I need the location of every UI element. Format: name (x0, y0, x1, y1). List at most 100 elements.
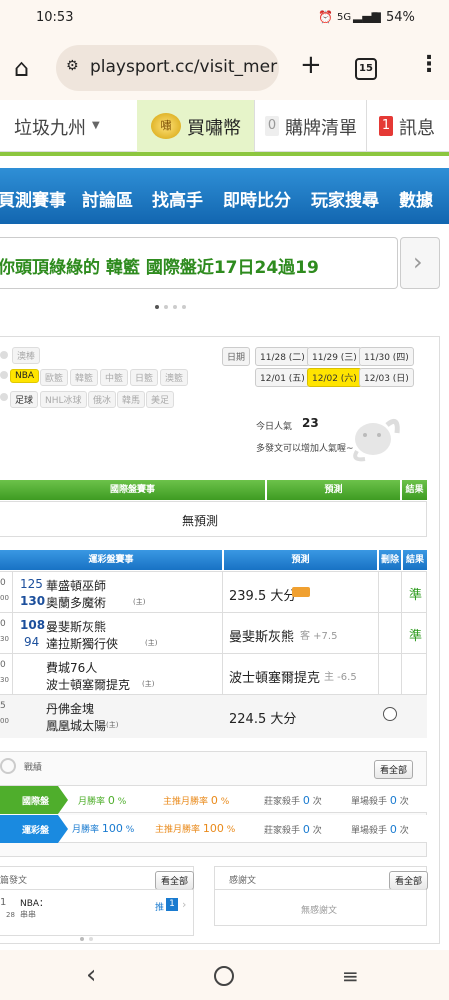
intl-col-prediction: 預測 (267, 480, 400, 500)
banner[interactable]: 你頭頂綠綠的 韓籃 國際盤近17日24過19 (0, 237, 398, 289)
lottery-col-result: 結果 (403, 550, 427, 570)
team-home: 波士頓塞爾提克 (46, 678, 131, 692)
nav-item-experts[interactable]: 找高手 (152, 186, 203, 211)
user-menu[interactable]: 垃圾九州 (14, 114, 86, 140)
main-pick-icon (292, 587, 310, 597)
date-chip[interactable]: 12/01 (五) (255, 368, 310, 387)
tab-count-button[interactable]: 15 (355, 58, 377, 80)
record-box: 戰績 看全部 國際盤 月勝率 0 % 主推月勝率 0 % 莊家殺手 0 次 單場… (0, 751, 427, 857)
banner-prefix: 你頭頂綠綠的 (0, 258, 100, 278)
new-tab-icon[interactable]: + (300, 50, 322, 80)
record-row-intl: 國際盤 月勝率 0 % 主推月勝率 0 % 莊家殺手 0 次 單場殺手 0 次 (0, 785, 427, 814)
thanks-empty-text: 無感謝文 (301, 906, 338, 916)
network-label: 5G (337, 12, 352, 23)
recent-apps-icon[interactable]: ≡ (342, 964, 359, 988)
date-chip[interactable]: 11/30 (四) (359, 347, 414, 366)
record-title: 戰績 (24, 763, 43, 773)
url-text[interactable]: playsport.cc/visit_mer (90, 57, 277, 77)
filter-chip[interactable]: 日籃 (130, 369, 159, 386)
push-label: 推 (155, 903, 165, 913)
banner-record: 國際盤近17日24過19 (145, 258, 319, 278)
thanks-view-all-button[interactable]: 看全部 (389, 871, 429, 890)
site-header: 垃圾九州 ▼ 嘯 買嘯幣 0 購牌清單 1 訊息 (0, 100, 449, 152)
more-menu-icon[interactable]: ⋮ (418, 52, 440, 77)
message-button[interactable]: 1 訊息 (366, 100, 449, 152)
team-away: 丹佛金塊 (46, 702, 95, 716)
filter-chip[interactable]: 澳棒 (12, 347, 41, 364)
cart-button[interactable]: 0 購牌清單 (254, 100, 366, 152)
date-label: 日期 (222, 347, 251, 366)
table-row[interactable]: 0 00 125 130 華盛頓巫師 奧蘭多魔術 (主) 239.5 大分 準 (0, 572, 427, 613)
filter-chip[interactable]: 足球 (10, 391, 39, 408)
filter-chip[interactable]: 俄冰 (88, 391, 117, 408)
lottery-col-delete: 刪除 (379, 550, 401, 570)
posts-pagination (80, 926, 94, 945)
home-icon[interactable]: ⌂ (14, 54, 29, 82)
prediction-line: 主 -6.5 (324, 672, 357, 683)
filter-chip[interactable]: 韓馬 (117, 391, 146, 408)
intl-empty-text: 無預測 (182, 514, 219, 528)
filter-chip[interactable]: 歐籃 (40, 369, 69, 386)
table-row[interactable]: 5 00 丹佛金塊 鳳凰城太陽 (主) 224.5 大分 (0, 695, 427, 738)
posts-view-all-button[interactable]: 看全部 (155, 871, 195, 890)
date-chip[interactable]: 11/28 (二) (255, 347, 310, 366)
prediction: 224.5 大分 (229, 712, 297, 727)
nav-item-data[interactable]: 數據 (399, 186, 433, 211)
score-home: 94 (24, 635, 40, 649)
table-row[interactable]: 0 30 費城76人 波士頓塞爾提克 (主) 波士頓塞爾提克 主 -6.5 (0, 654, 427, 695)
system-nav-bar: ‹ ≡ (0, 950, 449, 1000)
push-count: 1 (166, 898, 178, 911)
main-nav: 頁測賽事 討論區 找高手 即時比分 玩家搜尋 數據 (0, 168, 449, 224)
nav-item-forum[interactable]: 討論區 (82, 186, 133, 211)
filter-chip[interactable]: 韓籃 (70, 369, 99, 386)
team-away: 費城76人 (46, 661, 98, 675)
url-field[interactable]: ⚙ playsport.cc/visit_mer (56, 45, 279, 91)
post-title[interactable]: NBA： (20, 896, 48, 909)
team-away: 曼斐斯灰熊 (46, 620, 107, 634)
banner-next-button[interactable]: › (400, 237, 440, 289)
delete-radio[interactable] (383, 707, 397, 721)
score-home: 130 (20, 594, 46, 608)
prediction: 239.5 大分 (229, 589, 297, 604)
posts-title: 篇發文 (0, 876, 28, 886)
date-chip[interactable]: 12/03 (日) (359, 368, 414, 387)
filter-chip[interactable]: NHL冰球 (40, 391, 87, 408)
prediction-line: 客 +7.5 (300, 631, 338, 642)
team-home: 達拉斯獨行俠 (46, 637, 119, 651)
date-chip[interactable]: 11/29 (三) (307, 347, 362, 366)
table-row[interactable]: 0 30 108 94 曼斐斯灰熊 達拉斯獨行俠 (主) 曼斐斯灰熊 客 +7.… (0, 613, 427, 654)
filter-chip[interactable]: 澳籃 (160, 369, 189, 386)
site-settings-icon[interactable]: ⚙ (66, 58, 79, 74)
record-label: 運彩盤 (22, 826, 50, 836)
banner-team: 韓籃 (105, 258, 140, 278)
score-away: 108 (20, 618, 46, 632)
date-chip-selected[interactable]: 12/02 (六) (307, 368, 362, 387)
score-away: 125 (20, 577, 43, 591)
thanks-title: 感謝文 (229, 876, 257, 886)
intl-col-result: 結果 (402, 480, 427, 500)
buy-coin-button[interactable]: 嘯 買嘯幣 (137, 100, 254, 152)
nav-item-predictions[interactable]: 頁測賽事 (0, 186, 66, 211)
record-view-all-button[interactable]: 看全部 (374, 760, 414, 779)
lottery-table-body: 0 00 125 130 華盛頓巫師 奧蘭多魔術 (主) 239.5 大分 準 … (0, 571, 427, 738)
back-icon[interactable]: ‹ (86, 960, 96, 990)
filter-chip[interactable]: 美足 (146, 391, 175, 408)
record-row-lottery: 運彩盤 月勝率 100 % 主推月勝率 100 % 莊家殺手 0 次 單場殺手 … (0, 815, 427, 843)
nav-item-live-scores[interactable]: 即時比分 (223, 186, 291, 211)
target-icon (0, 758, 16, 774)
prediction: 曼斐斯灰熊 (229, 630, 295, 645)
banner-pagination (155, 294, 187, 313)
team-home: 鳳凰城太陽 (46, 719, 107, 733)
message-label: 訊息 (399, 118, 435, 139)
status-time: 10:53 (36, 10, 74, 25)
home-circle-icon[interactable] (214, 966, 234, 986)
chevron-down-icon[interactable]: ▼ (92, 120, 100, 131)
filter-chip-nba[interactable]: NBA (10, 369, 40, 383)
alarm-icon: ⏰ (318, 10, 333, 24)
nav-item-player-search[interactable]: 玩家搜尋 (311, 186, 379, 211)
lottery-col-match: 運彩盤賽事 (0, 550, 222, 570)
filter-chip[interactable]: 中籃 (100, 369, 129, 386)
team-away: 華盛頓巫師 (46, 579, 107, 593)
team-home: 奧蘭多魔術 (46, 596, 107, 610)
header-divider (0, 152, 449, 156)
